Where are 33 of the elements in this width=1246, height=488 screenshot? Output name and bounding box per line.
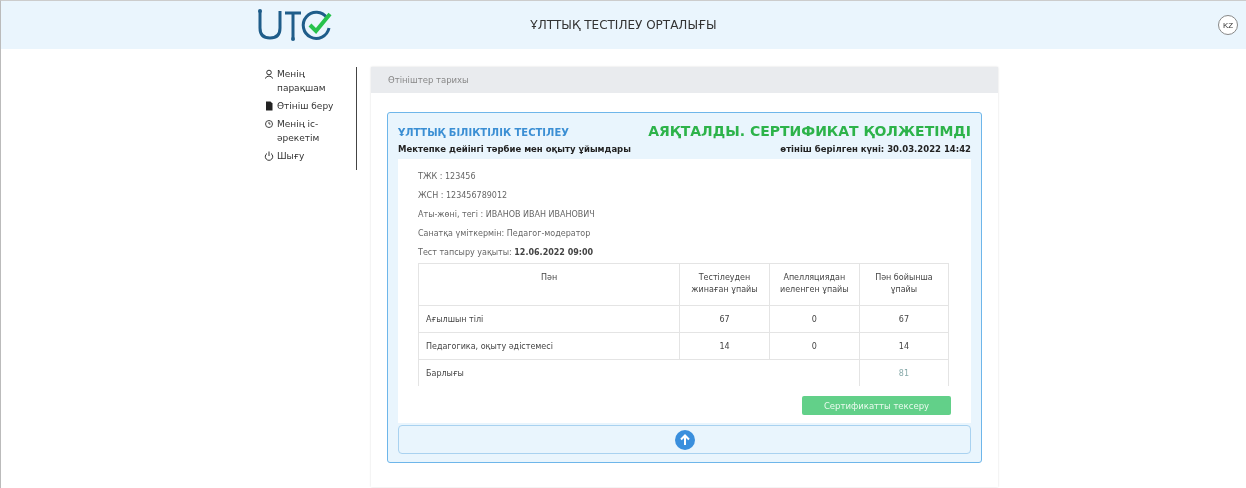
submitted-date: өтініш берілген күні: 30.03.2022 14:42 bbox=[780, 144, 971, 154]
category-text: Мектепке дейінгі тәрбие мен оқыту ұйымдары bbox=[398, 144, 631, 154]
table-cell: 14 bbox=[679, 332, 770, 360]
table-cell: 67 bbox=[679, 305, 770, 333]
user-icon bbox=[264, 69, 274, 79]
detail-line: Аты-жөні, тегі : ИВАНОВ ИВАН ИВАНОВИЧ bbox=[418, 209, 596, 221]
status-text: АЯҚТАЛДЫ. СЕРТИФИКАТ ҚОЛЖЕТІМДІ bbox=[648, 123, 971, 139]
column-header: Тестілеуден жинаған ұпайы bbox=[679, 263, 770, 306]
column-header: Апелляциядан иеленген ұпайы bbox=[769, 263, 860, 306]
table-cell: 14 bbox=[859, 332, 949, 360]
document-icon bbox=[264, 101, 274, 111]
sidebar-item[interactable]: Менің іс-әрекетім bbox=[264, 117, 356, 145]
column-header: Пән бойынша ұпайы bbox=[859, 263, 949, 306]
detail-line: Тест тапсыру уақыты: 12.06.2022 09:00 bbox=[418, 247, 595, 259]
table-cell: Барлығы bbox=[418, 359, 860, 386]
sidebar-item[interactable]: Шығу bbox=[264, 149, 356, 163]
sidebar-item[interactable]: Өтініш беру bbox=[264, 99, 356, 113]
table-cell: Ағылшын тілі bbox=[418, 305, 680, 333]
detail-line: ТЖК : 123456 bbox=[418, 171, 477, 183]
panel-title: Өтініштер тарихы bbox=[388, 75, 469, 85]
language-button[interactable]: KZ bbox=[1218, 15, 1238, 35]
table-cell: 67 bbox=[859, 305, 949, 333]
history-icon bbox=[264, 119, 274, 129]
power-icon bbox=[264, 151, 274, 161]
table-cell: 0 bbox=[769, 332, 860, 360]
column-header: Пән bbox=[418, 263, 680, 306]
test-name: ҰЛТТЫҚ БІЛІКТІЛІК ТЕСТІЛЕУ bbox=[398, 127, 569, 138]
detail-line: ЖСН : 123456789012 bbox=[418, 190, 509, 202]
site-title: ҰЛТТЫҚ ТЕСТІЛЕУ ОРТАЛЫҒЫ bbox=[530, 18, 717, 32]
sidebar-item[interactable]: Менің парақшам bbox=[264, 67, 356, 95]
table-cell: 0 bbox=[769, 305, 860, 333]
table-cell: Педагогика, оқыту әдістемесі bbox=[418, 332, 680, 360]
detail-line: Санатқа үміткермін: Педагог-модератор bbox=[418, 228, 592, 240]
